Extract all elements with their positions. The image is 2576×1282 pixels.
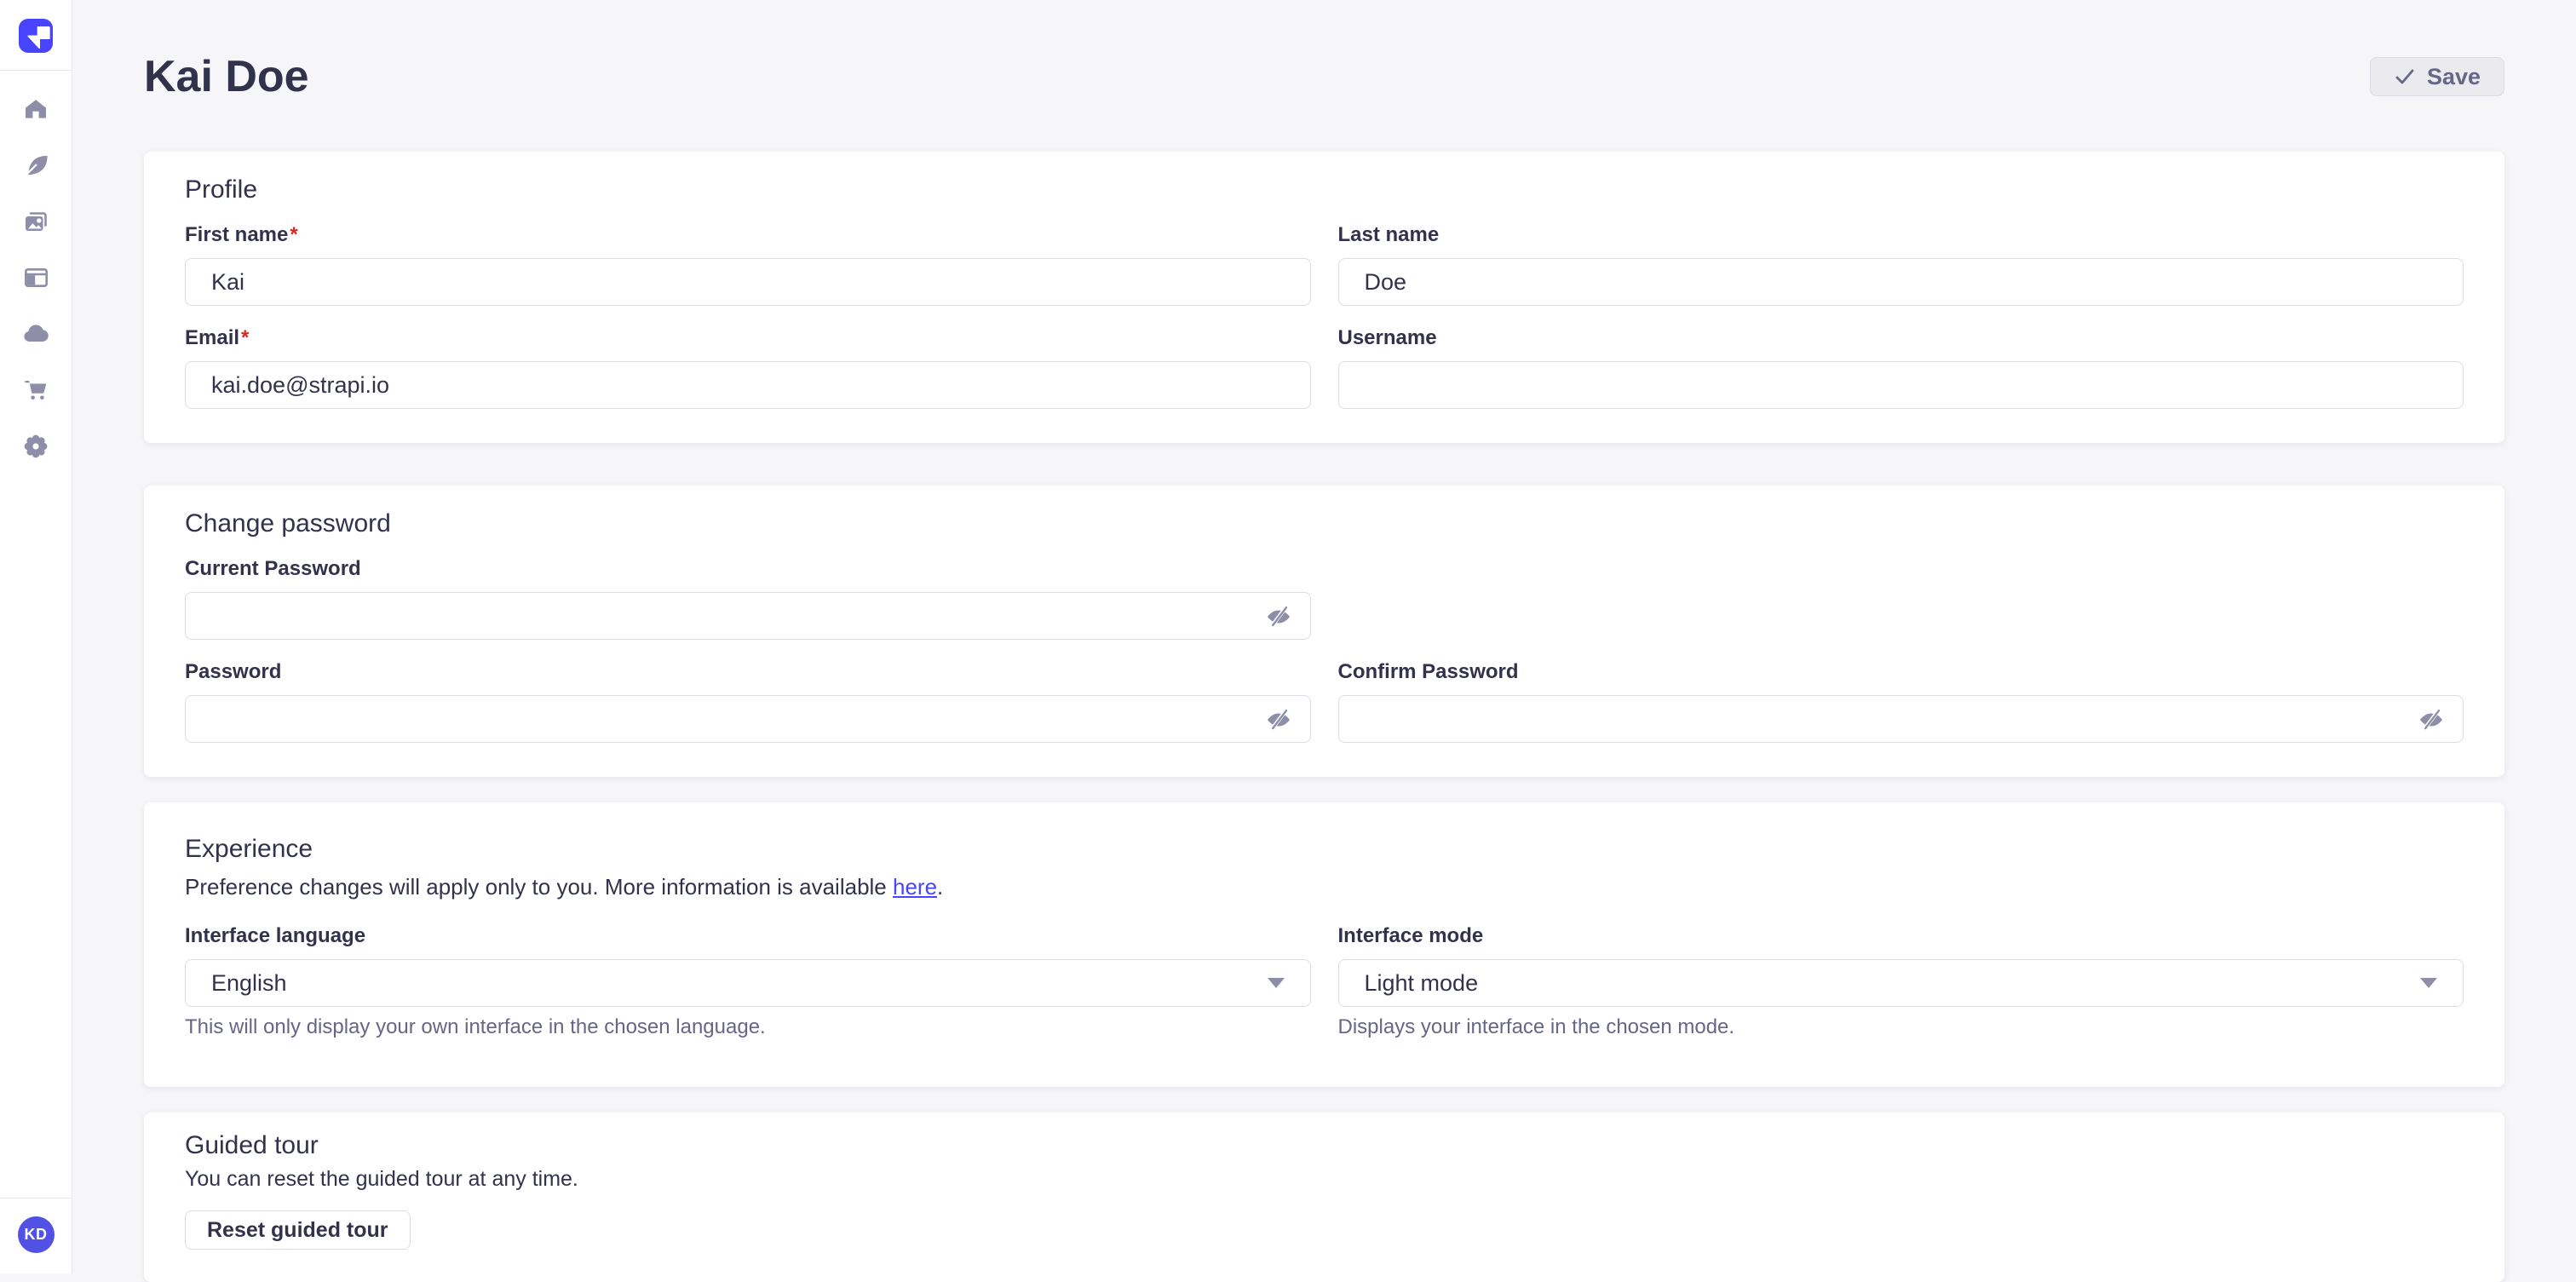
current-password-input[interactable] bbox=[185, 592, 1311, 640]
interface-mode-hint: Displays your interface in the chosen mo… bbox=[1338, 1015, 2464, 1039]
page-title: Kai Doe bbox=[144, 51, 309, 102]
strapi-logo-icon bbox=[19, 18, 53, 55]
spacer bbox=[1338, 559, 2464, 640]
required-marker: * bbox=[241, 326, 249, 349]
first-name-field-group: First name* bbox=[185, 225, 1311, 306]
experience-card-title: Experience bbox=[185, 835, 2464, 864]
sidebar-nav bbox=[0, 71, 72, 474]
first-name-label: First name* bbox=[185, 225, 1311, 245]
confirm-password-input[interactable] bbox=[1338, 695, 2464, 743]
required-marker: * bbox=[290, 223, 297, 246]
experience-card: Experience Preference changes will apply… bbox=[144, 802, 2504, 1087]
guided-tour-description: You can reset the guided tour at any tim… bbox=[185, 1167, 2464, 1192]
sidebar-bottom-divider bbox=[0, 1198, 72, 1199]
interface-language-select[interactable]: English bbox=[185, 959, 1311, 1007]
layout-icon bbox=[22, 264, 50, 291]
eye-off-icon bbox=[2418, 723, 2445, 736]
last-name-input[interactable] bbox=[1338, 258, 2464, 306]
media-library-icon bbox=[22, 209, 50, 235]
sidebar-item-marketplace[interactable] bbox=[0, 362, 72, 418]
reset-guided-tour-button[interactable]: Reset guided tour bbox=[185, 1210, 411, 1250]
username-field-group: Username bbox=[1338, 328, 2464, 409]
cloud-icon bbox=[21, 320, 50, 348]
first-name-input[interactable] bbox=[185, 258, 1311, 306]
interface-mode-value: Light mode bbox=[1365, 970, 1479, 997]
sidebar-item-settings[interactable] bbox=[0, 418, 72, 474]
interface-language-field-group: Interface language English This will onl… bbox=[185, 926, 1311, 1039]
confirm-password-field-group: Confirm Password bbox=[1338, 662, 2464, 743]
check-icon bbox=[2394, 66, 2416, 88]
email-label: Email* bbox=[185, 328, 1311, 348]
change-password-card-title: Change password bbox=[185, 509, 2464, 538]
interface-mode-select[interactable]: Light mode bbox=[1338, 959, 2464, 1007]
chevron-down-icon bbox=[1268, 978, 1285, 988]
interface-language-value: English bbox=[211, 970, 287, 997]
gear-icon bbox=[22, 433, 49, 460]
guided-tour-card-title: Guided tour bbox=[185, 1131, 2464, 1160]
avatar[interactable]: KD bbox=[18, 1216, 55, 1253]
strapi-logo[interactable] bbox=[19, 19, 53, 53]
chevron-down-icon bbox=[2420, 978, 2437, 988]
sidebar-item-home[interactable] bbox=[0, 81, 72, 137]
current-password-label: Current Password bbox=[185, 559, 1311, 579]
password-field-group: Password bbox=[185, 662, 1311, 743]
email-input[interactable] bbox=[185, 361, 1311, 409]
sidebar-item-media-library[interactable] bbox=[0, 193, 72, 250]
experience-description: Preference changes will apply only to yo… bbox=[185, 874, 2464, 900]
password-label: Password bbox=[185, 662, 1311, 682]
interface-mode-label: Interface mode bbox=[1338, 926, 2464, 946]
username-label: Username bbox=[1338, 328, 2464, 348]
toggle-current-password-visibility-button[interactable] bbox=[1265, 603, 1292, 630]
current-password-field-group: Current Password bbox=[185, 559, 1311, 640]
last-name-field-group: Last name bbox=[1338, 225, 2464, 306]
last-name-label: Last name bbox=[1338, 225, 2464, 245]
save-button[interactable]: Save bbox=[2370, 57, 2504, 96]
main-content: Kai Doe Save Profile First name* Last na… bbox=[72, 0, 2576, 1282]
feather-icon bbox=[22, 152, 49, 179]
change-password-card: Change password Current Password bbox=[144, 486, 2504, 777]
save-button-label: Save bbox=[2427, 64, 2481, 90]
sidebar-item-content-type-builder[interactable] bbox=[0, 250, 72, 306]
profile-card-title: Profile bbox=[185, 175, 2464, 204]
cart-icon bbox=[22, 377, 49, 404]
email-field-group: Email* bbox=[185, 328, 1311, 409]
toggle-password-visibility-button[interactable] bbox=[1265, 706, 1292, 733]
home-icon bbox=[22, 95, 49, 123]
guided-tour-card: Guided tour You can reset the guided tou… bbox=[144, 1112, 2504, 1282]
sidebar: KD bbox=[0, 0, 72, 1273]
sidebar-item-deploy[interactable] bbox=[0, 306, 72, 362]
eye-off-icon bbox=[1265, 620, 1292, 633]
confirm-password-label: Confirm Password bbox=[1338, 662, 2464, 682]
username-input[interactable] bbox=[1338, 361, 2464, 409]
profile-card: Profile First name* Last name Email* Use… bbox=[144, 152, 2504, 443]
page-header: Kai Doe Save bbox=[144, 55, 2504, 99]
more-information-link[interactable]: here bbox=[893, 874, 937, 900]
interface-language-label: Interface language bbox=[185, 926, 1311, 946]
interface-language-hint: This will only display your own interfac… bbox=[185, 1015, 1311, 1039]
eye-off-icon bbox=[1265, 723, 1292, 736]
toggle-confirm-password-visibility-button[interactable] bbox=[2418, 706, 2445, 733]
password-input[interactable] bbox=[185, 695, 1311, 743]
sidebar-item-content-manager[interactable] bbox=[0, 137, 72, 193]
interface-mode-field-group: Interface mode Light mode Displays your … bbox=[1338, 926, 2464, 1039]
